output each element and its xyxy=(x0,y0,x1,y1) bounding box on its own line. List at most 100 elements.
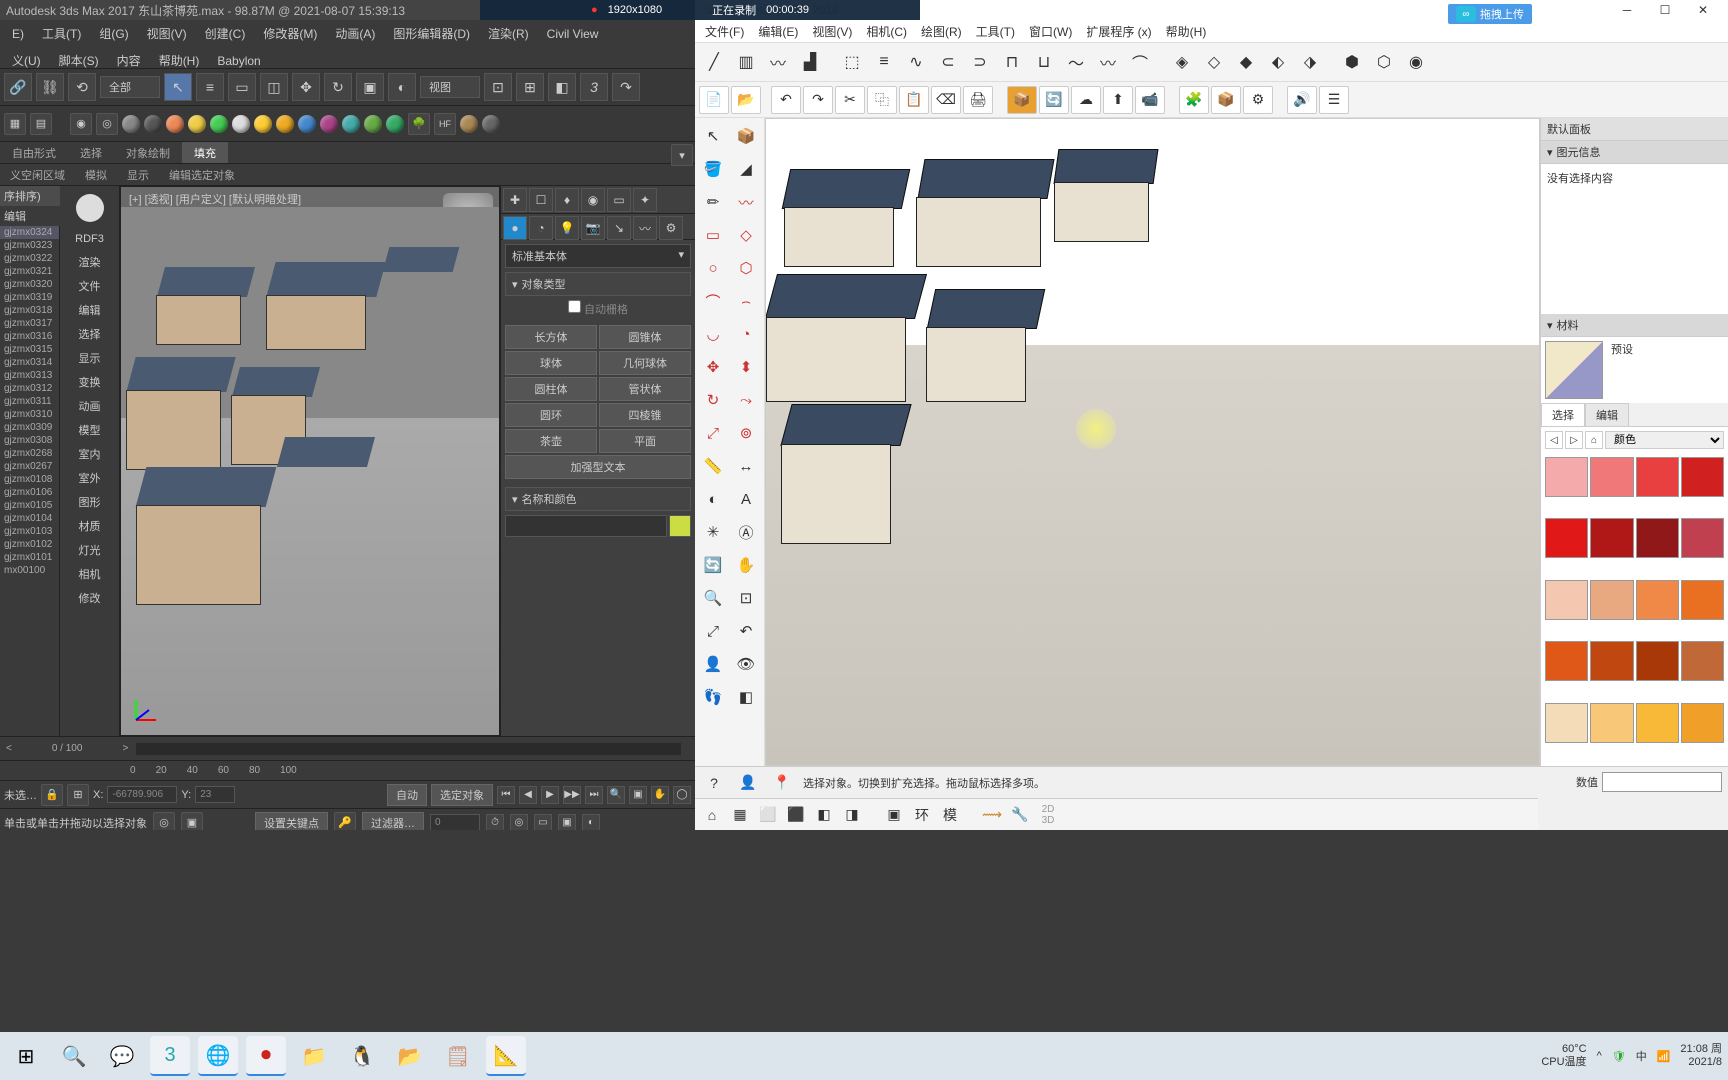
layer7-icon[interactable]: ⊔ xyxy=(1029,47,1059,77)
color-swatch[interactable] xyxy=(1636,641,1679,681)
upload-badge[interactable]: ∞ 拖拽上传 xyxy=(1448,4,1532,24)
cmd-motion-icon[interactable]: ◉ xyxy=(581,188,605,212)
mat-blue-icon[interactable] xyxy=(298,115,316,133)
eraser-icon[interactable]: ◢ xyxy=(730,153,762,185)
cmd-geo-icon[interactable]: ● xyxy=(503,216,527,240)
color-swatch[interactable] xyxy=(1681,457,1724,497)
side-interior[interactable]: 室内 xyxy=(70,444,110,466)
3dtext-icon[interactable]: Ⓐ xyxy=(730,516,762,548)
color-swatch[interactable] xyxy=(1590,641,1633,681)
tape-icon[interactable]: 📏 xyxy=(697,450,729,482)
list-item[interactable]: gjzmx0106 xyxy=(0,486,59,499)
rotate-tool-icon[interactable]: ↻ xyxy=(697,384,729,416)
settings-icon[interactable]: ☰ xyxy=(1319,86,1349,114)
menu-content[interactable]: 内容 xyxy=(109,49,149,72)
cmd-system-icon[interactable]: ⚙ xyxy=(659,216,683,240)
color-swatch[interactable] xyxy=(1636,703,1679,743)
road-icon[interactable]: ╱ xyxy=(699,47,729,77)
side-transform[interactable]: 变换 xyxy=(70,372,110,394)
tray-hdr-entity[interactable]: ▾图元信息 xyxy=(1541,141,1728,164)
mat-category-select[interactable]: 颜色 xyxy=(1605,431,1724,449)
cmd-hierarchy-icon[interactable]: ♦ xyxy=(555,188,579,212)
side-edit[interactable]: 编辑 xyxy=(70,300,110,322)
share1-icon[interactable]: ☁ xyxy=(1071,86,1101,114)
ext-ware-icon[interactable]: 🧩 xyxy=(1179,86,1209,114)
pie-icon[interactable]: ◔ xyxy=(730,318,762,350)
select-icon[interactable]: ↖ xyxy=(164,73,192,101)
list-item[interactable]: gjzmx0102 xyxy=(0,538,59,551)
mat-dark-icon[interactable] xyxy=(144,115,162,133)
ext-mgr-icon[interactable]: 📦 xyxy=(1211,86,1241,114)
btn-torus[interactable]: 圆环 xyxy=(505,403,597,427)
cmd-modify-icon[interactable]: ☐ xyxy=(529,188,553,212)
style1-icon[interactable]: ⟿ xyxy=(979,802,1005,828)
menu-help[interactable]: 帮助(H) xyxy=(151,49,208,72)
wall-icon[interactable]: ▥ xyxy=(731,47,761,77)
menu-script[interactable]: 脚本(S) xyxy=(51,49,107,72)
list-item[interactable]: gjzmx0322 xyxy=(0,252,59,265)
su-menu-help[interactable]: 帮助(H) xyxy=(1160,21,1213,42)
plugin3-icon[interactable]: ◉ xyxy=(1401,47,1431,77)
color-swatch[interactable] xyxy=(1636,580,1679,620)
cmd-camera-icon[interactable]: 📷 xyxy=(581,216,605,240)
cmd-display-icon[interactable]: ▭ xyxy=(607,188,631,212)
tab-objpaint[interactable]: 对象绘制 xyxy=(114,142,182,163)
maximize-icon[interactable]: ☐ xyxy=(1650,1,1680,19)
mat-orange-icon[interactable] xyxy=(166,115,184,133)
time-config-icon[interactable]: ⏱ xyxy=(486,814,504,832)
side-exterior[interactable]: 室外 xyxy=(70,468,110,490)
layer1-icon[interactable]: ⬚ xyxy=(837,47,867,77)
sketchup-viewport[interactable] xyxy=(765,118,1540,766)
text-icon[interactable]: A xyxy=(730,483,762,515)
circle-icon[interactable]: ○ xyxy=(697,252,729,284)
close-icon[interactable]: ✕ xyxy=(1688,1,1718,19)
minimize-icon[interactable]: ─ xyxy=(1612,1,1642,19)
erase-icon[interactable]: ⌫ xyxy=(931,86,961,114)
material-preview[interactable] xyxy=(1545,341,1603,399)
list-item[interactable]: gjzmx0309 xyxy=(0,421,59,434)
cmd-shape-icon[interactable]: ◔ xyxy=(529,216,553,240)
btn-cone[interactable]: 圆锥体 xyxy=(599,325,691,349)
mat-tab-edit[interactable]: 编辑 xyxy=(1585,403,1629,426)
line-icon[interactable]: ✏ xyxy=(697,186,729,218)
solid5-icon[interactable]: ⬗ xyxy=(1295,47,1325,77)
list-item[interactable]: gjzmx0104 xyxy=(0,512,59,525)
section-hdr-namecolor[interactable]: ▾名称和颜色 xyxy=(505,487,691,511)
recorder-icon[interactable]: ⏺ xyxy=(246,1036,286,1076)
btn-sphere[interactable]: 球体 xyxy=(505,351,597,375)
3dware-icon[interactable]: 📦 xyxy=(1007,86,1037,114)
scale-icon[interactable]: ▣ xyxy=(356,73,384,101)
plugin2-icon[interactable]: ⬡ xyxy=(1369,47,1399,77)
solid3-icon[interactable]: ◆ xyxy=(1231,47,1261,77)
color-swatch[interactable] xyxy=(1545,580,1588,620)
mat-home-icon[interactable]: ⌂ xyxy=(1585,431,1603,449)
goto-start-icon[interactable]: ⏮ xyxy=(497,786,515,804)
mat-fwd-icon[interactable]: ▷ xyxy=(1565,431,1583,449)
color-swatch[interactable] xyxy=(1545,518,1588,558)
cpu-temp-widget[interactable]: 60°C CPU温度 xyxy=(1541,1043,1586,1069)
wechat-icon[interactable]: 💬 xyxy=(102,1036,142,1076)
zoom-region-icon[interactable]: ▭ xyxy=(534,814,552,832)
pan-icon[interactable]: ✋ xyxy=(651,786,669,804)
list-item[interactable]: gjzmx0310 xyxy=(0,408,59,421)
selection-filter-dropdown[interactable]: 全部 xyxy=(100,76,160,98)
object-color-swatch[interactable] xyxy=(669,515,691,537)
list-item[interactable]: gjzmx0323 xyxy=(0,239,59,252)
prev-view-icon[interactable]: ↶ xyxy=(730,615,762,647)
mat-back-icon[interactable]: ◁ xyxy=(1545,431,1563,449)
mat-green-icon[interactable] xyxy=(210,115,228,133)
rotrect-icon[interactable]: ◇ xyxy=(730,219,762,251)
iso-icon[interactable]: ⌂ xyxy=(699,802,725,828)
cmd-helper-icon[interactable]: ↘ xyxy=(607,216,631,240)
auto-key-button[interactable]: 自动 xyxy=(387,784,427,806)
color-swatch[interactable] xyxy=(1545,641,1588,681)
sketchup-task-icon[interactable]: 📐 xyxy=(486,1036,526,1076)
timeline-track[interactable] xyxy=(136,743,681,755)
x-coord-input[interactable] xyxy=(107,786,177,803)
su-menu-camera[interactable]: 相机(C) xyxy=(860,21,913,42)
sandbox1-icon[interactable]: 〜 xyxy=(1061,47,1091,77)
rotate-icon[interactable]: ↻ xyxy=(324,73,352,101)
tray-hdr-material[interactable]: ▾材料 xyxy=(1541,314,1728,337)
btn-teapot[interactable]: 茶壶 xyxy=(505,429,597,453)
front-icon[interactable]: ⬜ xyxy=(755,802,781,828)
